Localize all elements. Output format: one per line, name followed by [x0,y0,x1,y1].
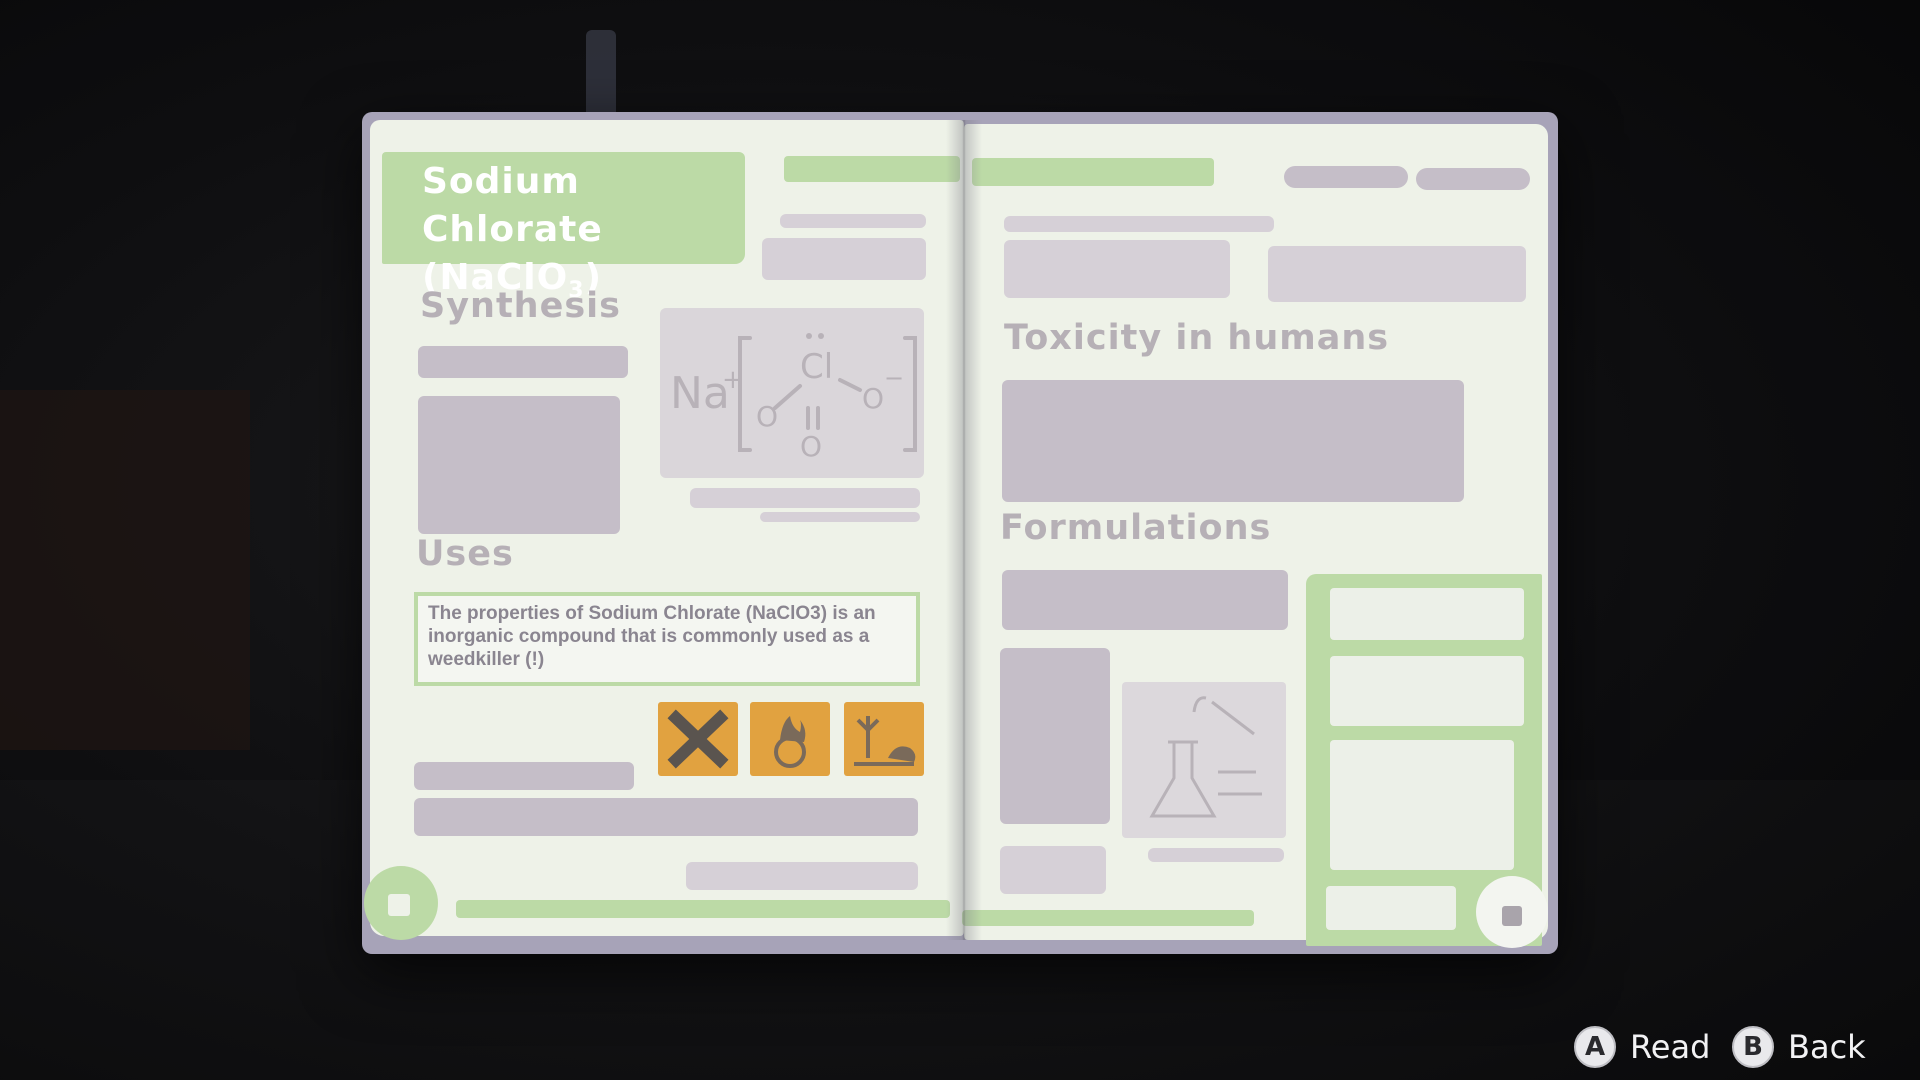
redacted-line [414,762,634,790]
molecule-diagram: Na + Cl O O O − [660,308,924,478]
harmful-x-icon [667,709,729,769]
page-corner-square [388,894,410,916]
redacted-block [1002,380,1464,502]
molecule-center-atom: Cl [800,347,833,387]
redacted-line [686,862,918,890]
redacted-line [414,798,918,836]
prompt-back[interactable]: B Back [1732,1022,1866,1072]
redacted-block [1004,240,1230,298]
b-button-icon: B [1732,1026,1774,1068]
flask-icon [1149,696,1262,818]
hazard-harmful [658,702,738,776]
prompt-read[interactable]: A Read [1574,1022,1710,1072]
redacted-block [762,238,926,280]
redacted-line [1000,846,1106,894]
header-tab [1284,166,1408,188]
section-heading-formulations: Formulations [1000,508,1272,548]
redacted-caption [690,488,920,508]
header-tab [1416,168,1530,190]
molecule-oxygen-left: O [756,400,778,433]
redacted-line [418,346,628,378]
prompt-read-label: Read [1630,1028,1711,1066]
molecule-anion-charge: − [884,364,904,392]
oxidizer-flame-icon [774,716,806,768]
section-heading-toxicity: Toxicity in humans [1004,318,1390,358]
header-green-bar [784,156,960,182]
redacted-caption [1148,848,1284,862]
background-shelf [0,390,250,750]
side-panel-entry [1330,740,1514,870]
page-corner-square [1502,906,1522,926]
a-button-icon: A [1574,1026,1616,1068]
redacted-block [418,396,620,534]
redacted-caption [760,512,920,522]
side-panel-entry [1330,656,1524,726]
uses-description: The properties of Sodium Chlorate (NaClO… [414,592,920,686]
section-heading-uses: Uses [416,534,514,574]
molecule-oxygen-right: O [862,382,884,415]
redacted-line [780,214,926,228]
sodium-chlorate-structure-icon: Na + Cl O O O − [670,333,917,463]
redacted-block [1002,570,1288,630]
redacted-line [1004,216,1274,232]
footer-green-bar [456,900,950,918]
side-panel-entry [1330,588,1524,640]
hazard-environment [844,702,924,776]
redacted-block [1268,246,1526,302]
molecule-cation-charge: + [722,365,744,395]
header-green-bar [972,158,1214,186]
prompt-back-label: Back [1788,1028,1866,1066]
molecule-oxygen-bottom: O [800,430,822,463]
environment-hazard-icon [854,716,916,766]
side-panel-entry [1326,886,1456,930]
background-bottle [586,30,616,120]
hazard-oxidizer [750,702,830,776]
footer-green-bar [962,910,1254,926]
molecule-cation: Na [670,368,730,419]
redacted-block [1000,648,1110,824]
section-heading-synthesis: Synthesis [420,286,621,326]
flask-illustration [1122,682,1286,838]
title-name: Sodium Chlorate [422,161,603,250]
